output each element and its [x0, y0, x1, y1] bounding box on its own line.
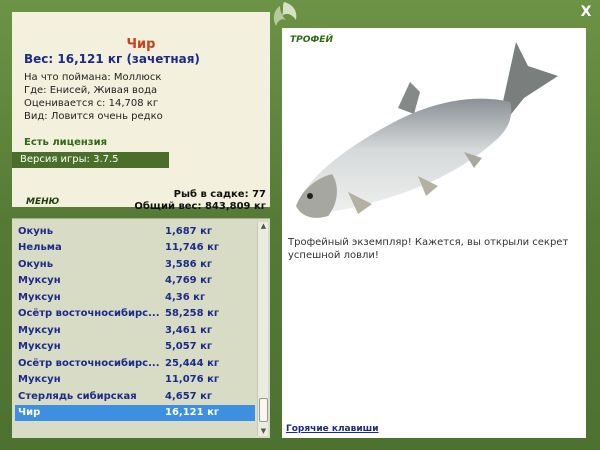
close-button[interactable]: X	[578, 4, 594, 20]
catch-fish-weight: 3,586 кг	[165, 258, 213, 270]
catch-list: Окунь 1,687 кг Нельма 11,746 кг Окунь 3,586 к…	[15, 223, 255, 421]
catch-fish-weight: 4,769 кг	[165, 275, 213, 287]
scroll-up-icon[interactable]: ▲	[259, 222, 268, 231]
fish-location: Где: Енисей, Живая вода	[24, 85, 158, 96]
fish-info-panel: Чир Вес: 16,121 кг (зачетная) На что пой…	[12, 12, 270, 212]
total-weight: Общий вес: 843,809 кг	[134, 201, 266, 212]
catch-fish-weight: 16,121 кг	[165, 407, 220, 419]
catch-list-row[interactable]: Окунь 3,586 кг	[15, 256, 255, 273]
catch-fish-name: Нельма	[18, 242, 62, 254]
catch-list-row[interactable]: Муксун 4,36 кг	[15, 289, 255, 306]
menu-button[interactable]: МЕНЮ	[26, 197, 59, 207]
catch-fish-name: Стерлядь сибирская	[18, 390, 137, 402]
catch-fish-weight: 3,461 кг	[165, 324, 213, 336]
catch-fish-weight: 1,687 кг	[165, 225, 213, 237]
whitefish-image	[288, 36, 558, 226]
catch-fish-weight: 11,746 кг	[165, 242, 220, 254]
catch-fish-name: Муксун	[18, 341, 61, 353]
catch-list-row[interactable]: Чир 16,121 кг	[15, 404, 255, 421]
catch-fish-name: Муксун	[18, 324, 61, 336]
catch-fish-name: Окунь	[18, 225, 54, 237]
catch-fish-name: Осётр восточносибирс...	[18, 308, 160, 320]
catch-list-row[interactable]: Окунь 1,687 кг	[15, 223, 255, 240]
catch-fish-weight: 4,657 кг	[165, 390, 213, 402]
catch-list-row[interactable]: Нельма 11,746 кг	[15, 240, 255, 257]
scroll-down-icon[interactable]: ▼	[259, 427, 268, 436]
catch-fish-name: Окунь	[18, 258, 54, 270]
fish-bait: На что поймана: Моллюск	[24, 72, 162, 83]
version-bar: Версия игры: 3.7.5	[12, 152, 169, 168]
list-scrollbar[interactable]: ▲ ▼	[257, 222, 268, 436]
catch-fish-name: Чир	[18, 407, 41, 419]
catch-fish-weight: 58,258 кг	[165, 308, 220, 320]
catch-fish-name: Муксун	[18, 291, 61, 303]
fish-kind: Вид: Ловится очень редко	[24, 111, 163, 122]
catch-list-row[interactable]: Стерлядь сибирская 4,657 кг	[15, 388, 255, 405]
catch-fish-name: Осётр восточносибирс...	[18, 357, 160, 369]
catch-fish-weight: 5,057 кг	[165, 341, 213, 353]
catch-fish-name: Муксун	[18, 275, 61, 287]
fish-name: Чир	[126, 37, 156, 52]
catch-fish-weight: 25,444 кг	[165, 357, 220, 369]
hotkeys-link[interactable]: Горячие клавиши	[286, 424, 379, 434]
catch-list-row[interactable]: Муксун 3,461 кг	[15, 322, 255, 339]
catch-list-row[interactable]: Осётр восточносибирс... 58,258 кг	[15, 306, 255, 323]
trophy-text: Трофейный экземпляр! Кажется, вы открыли…	[288, 237, 569, 261]
fish-value: Оценивается с: 14,708 кг	[24, 98, 159, 109]
fish-count: Рыб в садке: 77	[173, 189, 266, 200]
catch-fish-name: Муксун	[18, 374, 61, 386]
catch-fish-weight: 11,076 кг	[165, 374, 220, 386]
catch-list-row[interactable]: Муксун 5,057 кг	[15, 339, 255, 356]
license-status: Есть лицензия	[24, 137, 108, 148]
catch-list-row[interactable]: Осётр восточносибирс... 25,444 кг	[15, 355, 255, 372]
catch-list-row[interactable]: Муксун 11,076 кг	[15, 372, 255, 389]
catch-list-panel: Окунь 1,687 кг Нельма 11,746 кг Окунь 3,586 к…	[12, 218, 270, 438]
fish-weight: Вес: 16,121 кг (зачетная)	[24, 52, 200, 66]
catch-list-row[interactable]: Муксун 4,769 кг	[15, 273, 255, 290]
catch-fish-weight: 4,36 кг	[165, 291, 206, 303]
scroll-thumb[interactable]	[259, 398, 268, 422]
